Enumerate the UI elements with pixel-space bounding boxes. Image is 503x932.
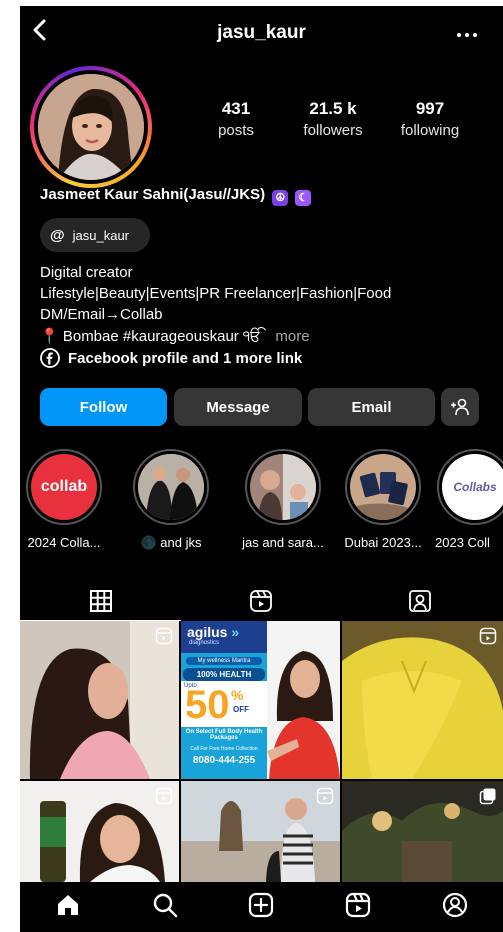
avatar: [38, 74, 144, 180]
post-thumbnail[interactable]: agilus » diagnostics My wellness Mantra …: [181, 621, 340, 779]
followers-stat[interactable]: 21.5 k followers: [278, 99, 388, 139]
profile-icon: [442, 892, 467, 917]
create-icon: [249, 892, 274, 917]
nav-home[interactable]: [55, 892, 81, 923]
post-thumbnail[interactable]: [342, 621, 503, 779]
highlight-ring: [345, 449, 421, 525]
highlight-cover-text: collab: [40, 478, 88, 495]
person-add-icon: [451, 398, 469, 416]
bio-line-3: 📍 Bombae #kaurageouskaur ੴ more: [40, 327, 310, 345]
highlight-item[interactable]: Dubai 2023...: [338, 449, 428, 550]
post-thumbnail[interactable]: [20, 621, 179, 779]
bio-line-1: Lifestyle|Beauty|Events|PR Freelancer|Fa…: [40, 285, 392, 302]
ad-panel: agilus » diagnostics My wellness Mantra …: [181, 621, 267, 779]
highlight-ring: collab: [26, 449, 102, 525]
ad-mantra: My wellness Mantra: [186, 657, 262, 665]
nav-create[interactable]: [248, 892, 274, 923]
bio-more-link[interactable]: more: [275, 328, 309, 345]
highlight-cover-image: [250, 454, 316, 520]
highlight-ring: Collabs: [437, 449, 503, 525]
following-label: following: [400, 122, 460, 139]
bio-line-2: DM/Email→Collab: [40, 306, 163, 323]
followers-label: followers: [303, 122, 363, 139]
posts-count: 431: [221, 99, 251, 118]
highlight-ring: [133, 449, 209, 525]
avatar-story-ring[interactable]: [30, 66, 152, 188]
tab-reels[interactable]: [241, 581, 281, 621]
tab-tagged[interactable]: [400, 581, 440, 621]
full-name-text: Jasmeet Kaur Sahni(Jasu//JKS): [40, 186, 266, 203]
ad-percent: %: [231, 687, 244, 703]
threads-link-pill[interactable]: @ jasu_kaur: [40, 218, 150, 252]
reel-indicator-icon: [155, 787, 173, 805]
highlight-cover-image: [350, 454, 416, 520]
ad-brand: agilus: [187, 624, 228, 640]
post-thumbnail[interactable]: [342, 781, 503, 882]
ad-phone: 8080-444-255: [192, 755, 256, 766]
search-icon: [153, 893, 178, 917]
carousel-indicator-icon: [479, 788, 496, 805]
posts-label: posts: [218, 122, 254, 139]
bottom-navigation: [20, 882, 503, 932]
ad-brand-sub: diagnostics: [189, 640, 220, 646]
links-text: Facebook profile and 1 more link: [68, 349, 303, 367]
highlight-ring: [245, 449, 321, 525]
home-icon: [58, 894, 79, 915]
bio-line-3-text: 📍 Bombae #kaurageouskaur ੴ: [40, 328, 262, 345]
reels-icon: [250, 590, 272, 612]
more-horizontal-icon: [457, 33, 477, 37]
threads-handle: jasu_kaur: [72, 227, 130, 243]
highlight-item[interactable]: Collabs 2023 Coll: [435, 449, 503, 550]
threads-icon: @: [50, 226, 65, 244]
profile-links[interactable]: Facebook profile and 1 more link: [40, 348, 302, 368]
ad-health: 100% HEALTH: [183, 668, 265, 681]
ad-off: OFF: [233, 705, 249, 714]
post-thumbnail[interactable]: [20, 781, 179, 882]
highlight-item[interactable]: collab 2024 Colla...: [24, 449, 104, 550]
peace-sign-icon: ☮: [272, 190, 289, 206]
highlight-caption: Dubai 2023...: [344, 535, 422, 550]
highlight-cover-text: Collabs: [453, 480, 497, 494]
followers-count: 21.5 k: [309, 99, 357, 118]
following-count: 997: [415, 99, 445, 118]
highlight-item[interactable]: jas and sara...: [238, 449, 328, 550]
moon-icon: ☾: [295, 190, 312, 206]
message-button[interactable]: Message: [174, 388, 302, 426]
highlight-caption: 2024 Colla...: [27, 535, 101, 550]
ad-brand-mark: »: [231, 624, 240, 640]
facebook-icon: [40, 348, 60, 368]
reels-icon: [345, 892, 371, 917]
page-title: jasu_kaur: [217, 22, 306, 43]
tagged-icon: [409, 590, 431, 612]
highlight-cover-image: [138, 454, 204, 520]
follow-button[interactable]: Follow: [40, 388, 167, 426]
profile-full-name: Jasmeet Kaur Sahni(Jasu//JKS) ☮ ☾: [40, 186, 312, 206]
suggest-people-button[interactable]: [441, 388, 479, 426]
tab-grid[interactable]: [81, 581, 121, 621]
nav-reels[interactable]: [345, 892, 371, 923]
more-options-button[interactable]: [456, 26, 478, 44]
grid-icon: [90, 590, 112, 612]
post-thumbnail[interactable]: [181, 781, 340, 882]
highlight-caption: 🌑 and jks: [140, 535, 202, 550]
highlight-caption: jas and sara...: [242, 535, 324, 550]
highlight-caption: 2023 Coll: [435, 535, 490, 550]
ad-offer: On Select Full Body Health Packages: [185, 729, 263, 741]
reel-indicator-icon: [155, 627, 173, 645]
bio-category: Digital creator: [40, 264, 133, 281]
nav-profile[interactable]: [442, 892, 468, 923]
email-button[interactable]: Email: [308, 388, 435, 426]
reel-indicator-icon: [479, 627, 497, 645]
profile-screen: jasu_kaur 431 posts 21.5 k followers 997…: [20, 6, 503, 932]
ad-discount: 50: [185, 683, 230, 727]
following-stat[interactable]: 997 following: [375, 99, 485, 139]
nav-search[interactable]: [152, 892, 178, 923]
reel-indicator-icon: [316, 787, 334, 805]
highlight-item[interactable]: 🌑 and jks: [131, 449, 211, 551]
post-image: [267, 621, 340, 779]
posts-stat[interactable]: 431 posts: [181, 99, 291, 139]
ad-call: Call For Free Home Collection: [190, 746, 258, 752]
